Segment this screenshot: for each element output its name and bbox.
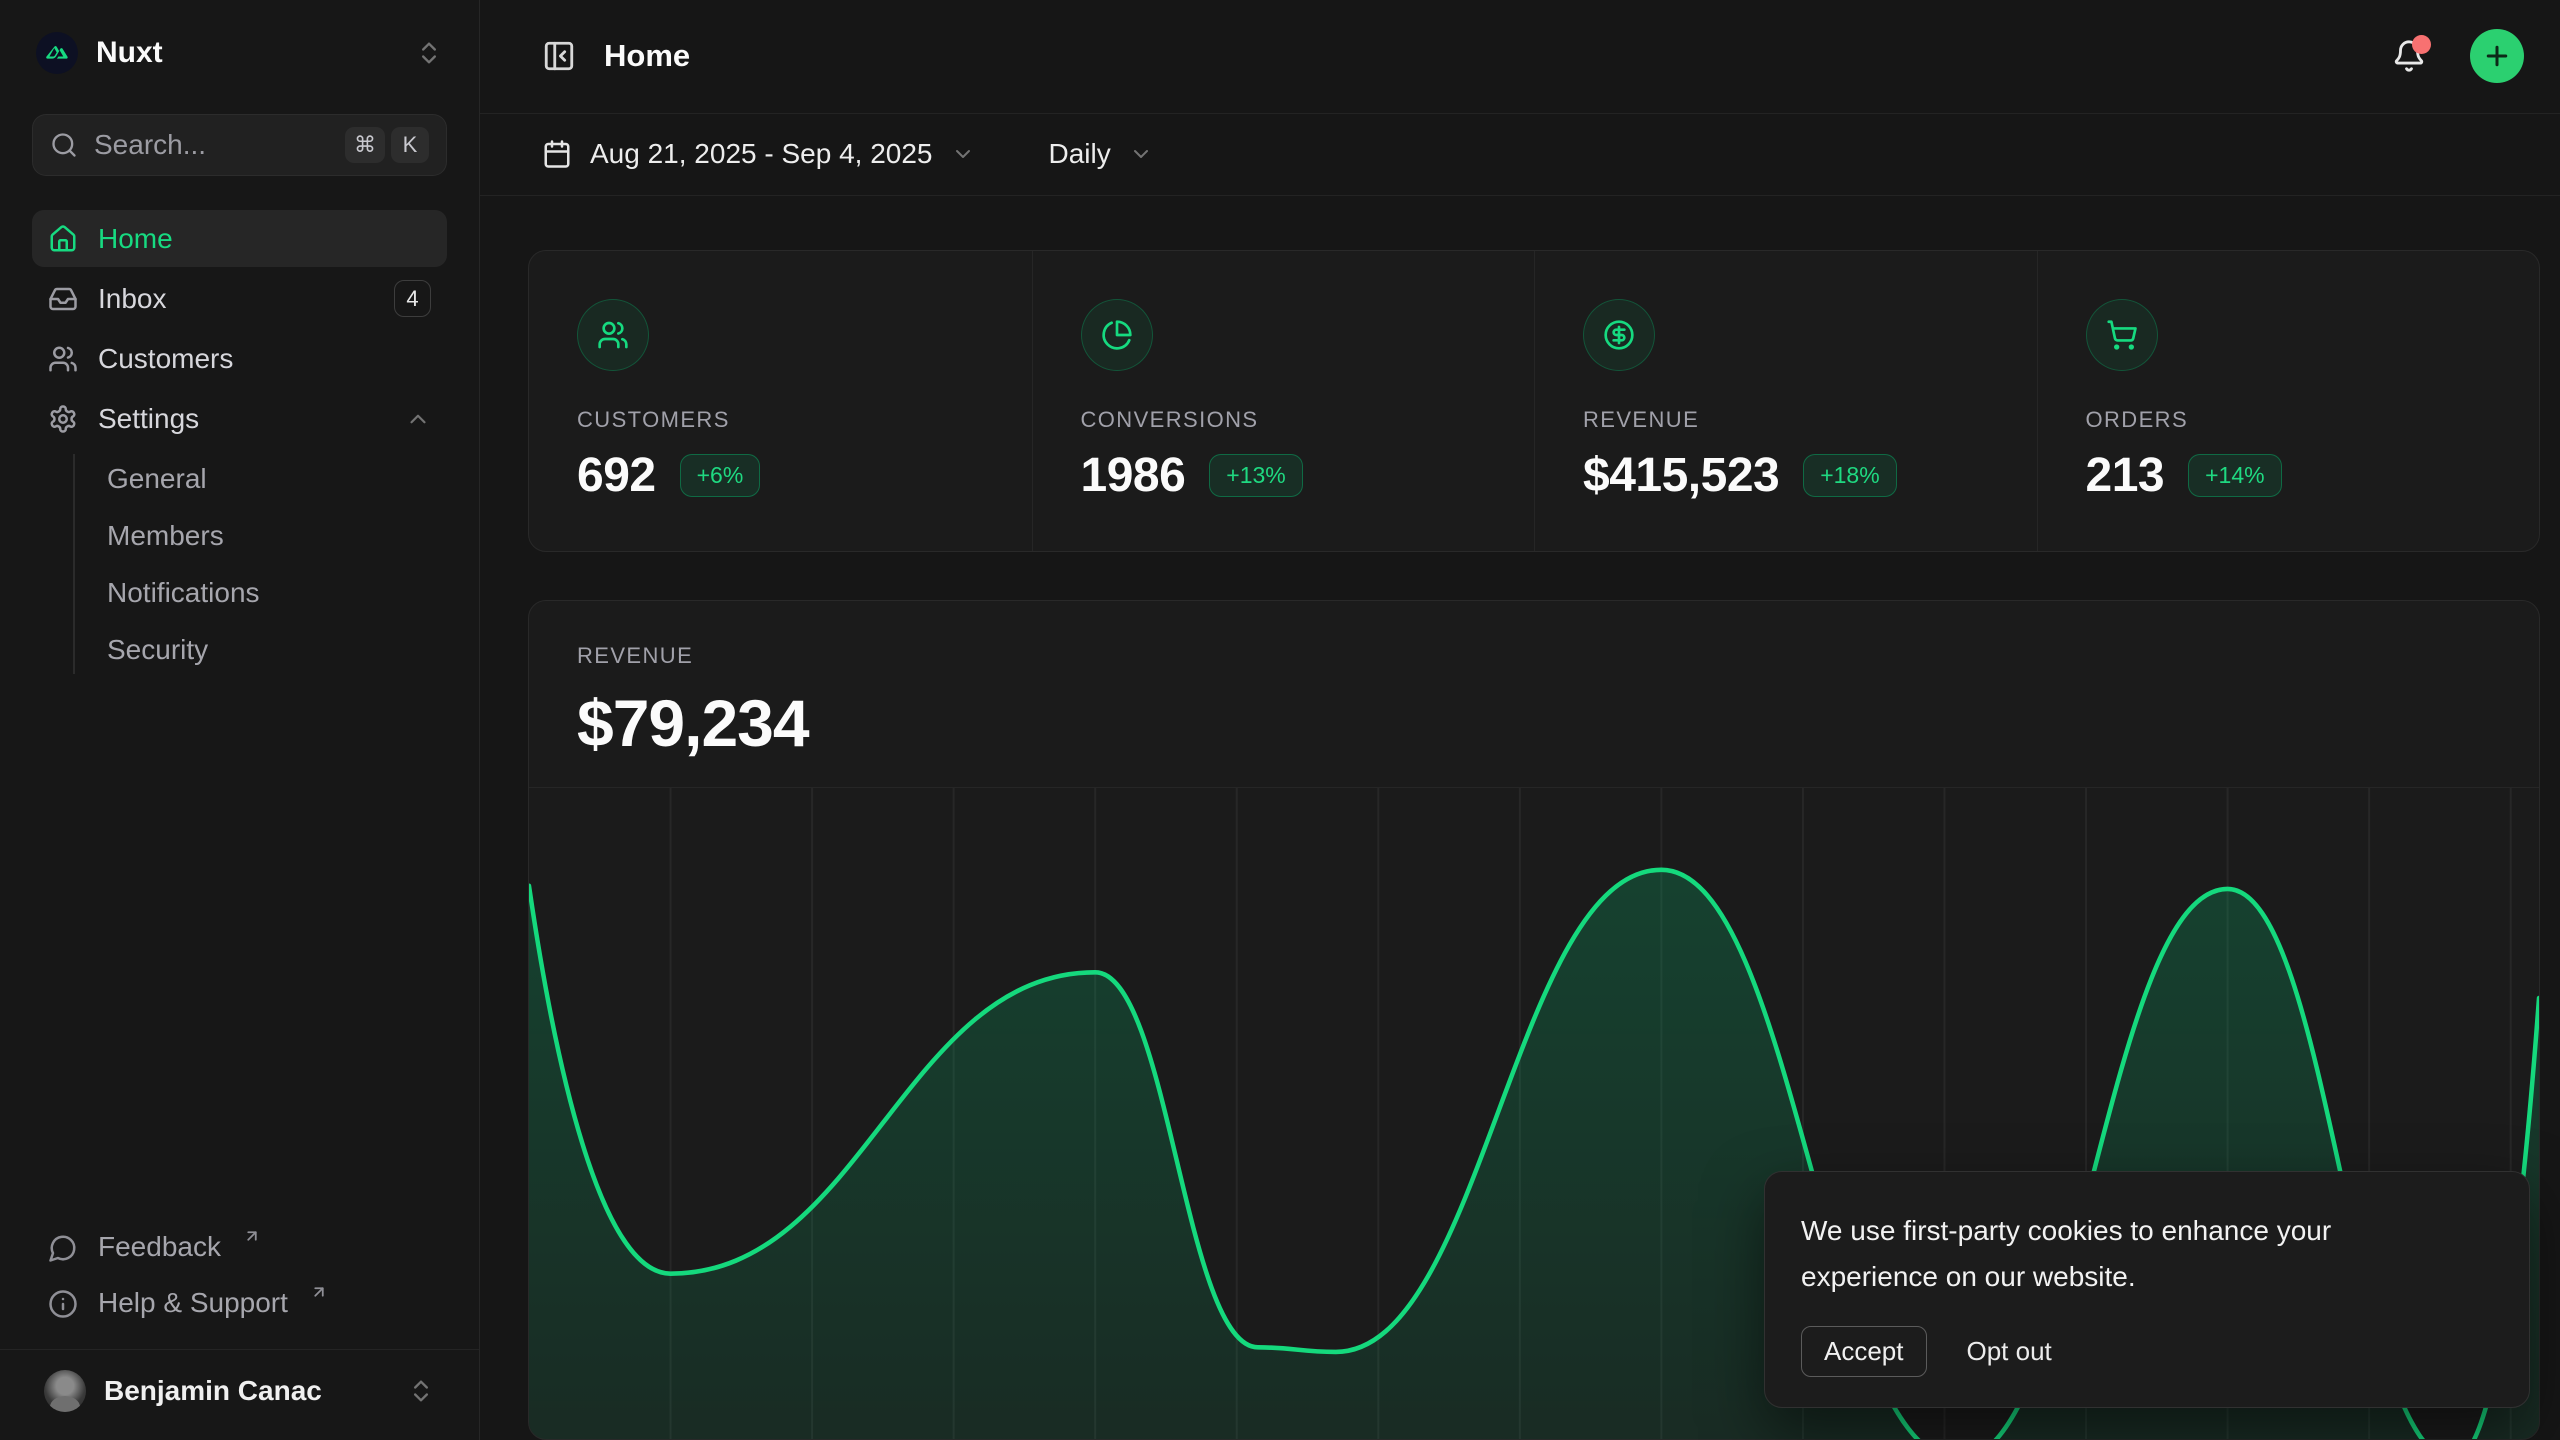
sidebar-item-label: Customers: [98, 343, 233, 375]
notifications-button[interactable]: [2392, 39, 2426, 73]
notification-dot: [2412, 35, 2431, 54]
stat-customers[interactable]: CUSTOMERS 692 +6%: [529, 251, 1032, 551]
workspace-name: Nuxt: [96, 36, 163, 70]
filters-toolbar: Aug 21, 2025 - Sep 4, 2025 Daily: [480, 114, 2560, 196]
cookie-accept-button[interactable]: Accept: [1801, 1326, 1927, 1377]
cookie-banner: We use first-party cookies to enhance yo…: [1764, 1171, 2530, 1408]
collapse-sidebar-button[interactable]: [542, 39, 576, 73]
help-support-link[interactable]: Help & Support: [32, 1277, 447, 1333]
stat-value: $415,523: [1583, 448, 1779, 503]
sidebar-item-label: Settings: [98, 403, 199, 435]
date-range-picker[interactable]: Aug 21, 2025 - Sep 4, 2025: [542, 138, 975, 170]
settings-subnav: General Members Notifications Security: [32, 450, 447, 678]
inbox-count-badge: 4: [394, 280, 431, 317]
header-actions: [2392, 29, 2524, 83]
help-support-label: Help & Support: [98, 1287, 288, 1319]
sidebar-item-notifications[interactable]: Notifications: [32, 564, 447, 621]
chevrons-up-down-icon: [415, 39, 443, 67]
stat-value: 213: [2086, 448, 2165, 503]
subnav-label: General: [107, 463, 207, 495]
subnav-label: Members: [107, 520, 224, 552]
cookie-actions: Accept Opt out: [1801, 1326, 2493, 1377]
search-shortcut: ⌘ K: [345, 127, 429, 163]
user-menu[interactable]: Benjamin Canac: [32, 1362, 447, 1420]
user-name: Benjamin Canac: [104, 1375, 322, 1407]
chevron-down-icon: [951, 142, 975, 166]
page-header: Home: [480, 0, 2560, 114]
stat-label: ORDERS: [2086, 407, 2492, 433]
nuxt-logo: [36, 32, 78, 74]
sidebar-item-customers[interactable]: Customers: [32, 330, 447, 387]
plus-icon: [2482, 41, 2512, 71]
stat-delta-badge: +18%: [1803, 454, 1896, 497]
calendar-icon: [542, 139, 572, 169]
search-input[interactable]: Search... ⌘ K: [32, 114, 447, 176]
stat-delta-badge: +13%: [1209, 454, 1302, 497]
avatar: [44, 1370, 86, 1412]
inbox-icon: [48, 284, 78, 314]
revenue-panel-header: REVENUE $79,234: [529, 601, 2539, 787]
sidebar-item-members[interactable]: Members: [32, 507, 447, 564]
subnav-label: Notifications: [107, 577, 260, 609]
add-button[interactable]: [2470, 29, 2524, 83]
users-icon: [48, 344, 78, 374]
stat-orders[interactable]: ORDERS 213 +14%: [2037, 251, 2540, 551]
workspace-selector[interactable]: Nuxt: [32, 26, 447, 80]
dollar-circle-icon: [1583, 299, 1655, 371]
subnav-label: Security: [107, 634, 208, 666]
panel-left-close-icon: [542, 39, 576, 73]
page-title: Home: [604, 38, 690, 74]
feedback-link[interactable]: Feedback: [32, 1221, 447, 1277]
sidebar-item-inbox[interactable]: Inbox 4: [32, 270, 447, 327]
sidebar-spacer: [32, 678, 447, 1221]
stats-panel: CUSTOMERS 692 +6% CONVERSIONS 1986 +13%: [528, 250, 2540, 552]
stat-value: 692: [577, 448, 656, 503]
gear-icon: [48, 404, 78, 434]
period-label: Daily: [1049, 138, 1111, 170]
external-link-icon: [310, 1283, 328, 1301]
search-icon: [50, 131, 78, 159]
shopping-cart-icon: [2086, 299, 2158, 371]
revenue-panel-value: $79,234: [577, 685, 2491, 761]
house-icon: [48, 224, 78, 254]
stat-revenue[interactable]: REVENUE $415,523 +18%: [1534, 251, 2037, 551]
users-icon: [577, 299, 649, 371]
chevron-down-icon: [1129, 142, 1153, 166]
stat-label: CUSTOMERS: [577, 407, 984, 433]
kbd-cmd: ⌘: [345, 127, 385, 163]
period-select[interactable]: Daily: [1049, 138, 1153, 170]
feedback-label: Feedback: [98, 1231, 221, 1263]
sidebar-item-home[interactable]: Home: [32, 210, 447, 267]
revenue-panel-label: REVENUE: [577, 643, 2491, 669]
sidebar-item-security[interactable]: Security: [32, 621, 447, 678]
cookie-optout-button[interactable]: Opt out: [1967, 1336, 2052, 1367]
stat-label: CONVERSIONS: [1081, 407, 1487, 433]
stat-delta-badge: +14%: [2188, 454, 2281, 497]
sidebar-item-label: Home: [98, 223, 173, 255]
kbd-k: K: [391, 127, 429, 163]
date-range-label: Aug 21, 2025 - Sep 4, 2025: [590, 138, 933, 170]
sidebar: Nuxt Search... ⌘ K Home Inbox 4: [0, 0, 480, 1440]
chat-bubble-icon: [48, 1233, 78, 1263]
sidebar-item-settings[interactable]: Settings: [32, 390, 447, 447]
sidebar-item-label: Inbox: [98, 283, 167, 315]
sidebar-nav: Home Inbox 4 Customers Settings Ge: [32, 210, 447, 678]
stat-delta-badge: +6%: [680, 454, 761, 497]
stat-value: 1986: [1081, 448, 1186, 503]
stat-label: REVENUE: [1583, 407, 1989, 433]
stat-conversions[interactable]: CONVERSIONS 1986 +13%: [1032, 251, 1535, 551]
cookie-message: We use first-party cookies to enhance yo…: [1801, 1208, 2461, 1300]
info-circle-icon: [48, 1289, 78, 1319]
chevron-up-icon: [405, 406, 431, 432]
pie-chart-icon: [1081, 299, 1153, 371]
sidebar-item-general[interactable]: General: [32, 450, 447, 507]
external-link-icon: [243, 1227, 261, 1245]
chevrons-up-down-icon: [407, 1377, 435, 1405]
sidebar-divider: [0, 1349, 479, 1350]
search-placeholder: Search...: [94, 129, 206, 161]
